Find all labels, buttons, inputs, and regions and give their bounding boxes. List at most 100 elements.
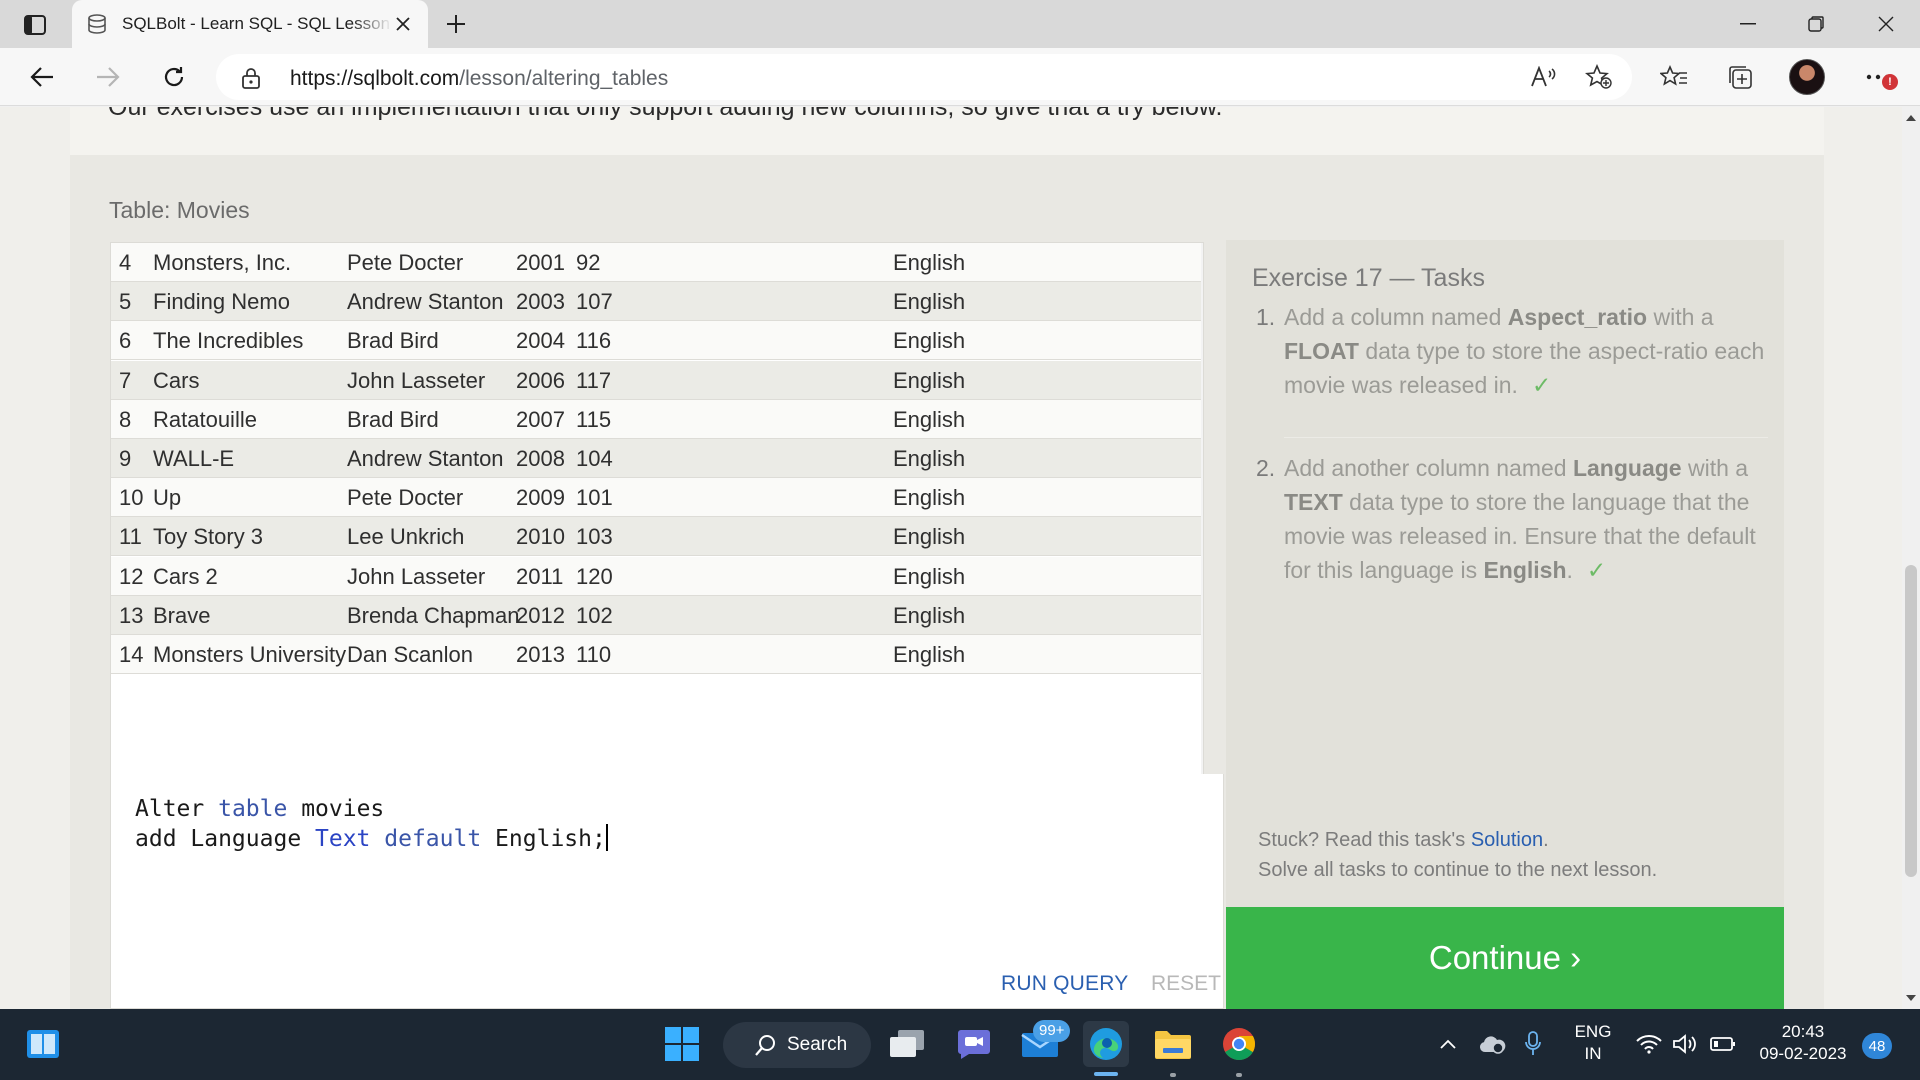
cell-title: The Incredibles [153, 328, 304, 354]
cell-director: Brenda Chapman [347, 602, 520, 628]
task-text-part: Add another column named [1284, 455, 1573, 481]
show-hidden-icons-icon[interactable] [1434, 1021, 1462, 1067]
browser-tab[interactable]: SQLBolt - Learn SQL - SQL Lesson [72, 0, 428, 48]
task-text-bold: English [1483, 557, 1567, 583]
language-indicator[interactable]: ENG IN [1566, 1021, 1620, 1065]
code-token: add Language [135, 826, 316, 852]
cell-year: 2010 [516, 524, 565, 550]
lock-icon[interactable] [242, 67, 260, 89]
task-divider [1284, 437, 1768, 438]
new-tab-icon[interactable] [440, 8, 472, 40]
battery-icon[interactable] [1706, 1021, 1740, 1067]
cell-id: 4 [119, 250, 132, 275]
chrome-icon[interactable] [1216, 1021, 1262, 1067]
table-row: 5 Finding Nemo Andrew Stanton 2003 107 Englis… [111, 282, 1201, 322]
url-host: https://sqlbolt.com [290, 67, 460, 90]
refresh-icon[interactable] [154, 57, 194, 97]
page-scrollbar-thumb[interactable] [1905, 565, 1917, 877]
cell-year: 2012 [516, 602, 565, 628]
clock[interactable]: 20:43 09-02-2023 [1748, 1021, 1858, 1065]
close-window-icon[interactable] [1852, 0, 1920, 48]
cell-length: 117 [576, 367, 612, 393]
cell-director: Brad Bird [347, 328, 439, 354]
movies-table[interactable]: 4 Monsters, Inc. Pete Docter 2001 92 English 5… [110, 242, 1204, 780]
tab-title: SQLBolt - Learn SQL - SQL Lesson [122, 14, 391, 33]
cell-language: English [893, 642, 966, 667]
back-icon[interactable] [22, 57, 62, 97]
task-text-part: . [1566, 557, 1573, 583]
table-row: 7 Cars John Lasseter 2006 117 English [111, 360, 1201, 400]
task-text: Add another column named Language with a… [1284, 451, 1774, 587]
onedrive-icon[interactable] [1474, 1021, 1510, 1067]
solution-link[interactable]: Solution [1471, 829, 1543, 851]
tasks-panel: Exercise 17 — Tasks 1. Add a column name… [1226, 240, 1784, 1009]
cell-length: 102 [576, 602, 613, 628]
cell-id: 14 [119, 642, 144, 667]
restore-icon[interactable] [1782, 0, 1850, 48]
cell-language: English [893, 367, 966, 393]
cell-language: English [893, 602, 966, 628]
search-label: Search [787, 1034, 848, 1055]
wifi-icon[interactable] [1632, 1021, 1666, 1067]
cell-id: 13 [119, 602, 144, 628]
volume-icon[interactable] [1668, 1021, 1702, 1067]
table-scrollbar[interactable] [1201, 243, 1203, 779]
cell-director: Andrew Stanton [347, 446, 504, 471]
cell-title: Monsters University [153, 642, 347, 667]
task-text-bold: TEXT [1284, 489, 1343, 515]
database-favicon-icon [88, 14, 106, 34]
sql-editor[interactable]: Alter table movies add Language Text def… [110, 774, 1224, 1009]
cell-year: 2008 [516, 446, 565, 471]
cell-id: 11 [119, 524, 142, 550]
cell-id: 12 [119, 563, 144, 589]
cell-length: 101 [576, 485, 613, 511]
tasks-title: Exercise 17 — Tasks [1252, 264, 1485, 292]
task-text-bold: Language [1572, 455, 1682, 481]
cell-title: Brave [153, 602, 211, 628]
widgets-icon[interactable] [20, 1021, 66, 1067]
teams-chat-icon[interactable] [951, 1021, 997, 1067]
table-row: 9 WALL-E Andrew Stanton 2008 104 English [111, 439, 1201, 478]
microphone-icon[interactable] [1518, 1021, 1548, 1067]
intro-text: Our exercises use an implementation that… [108, 107, 1223, 121]
search-icon [755, 1035, 775, 1056]
start-icon[interactable] [659, 1021, 705, 1067]
address-bar[interactable]: https://sqlbolt.com/lesson/altering_tabl… [216, 54, 1632, 100]
continue-button[interactable]: Continue › [1226, 907, 1784, 1009]
cell-language: English [893, 289, 966, 315]
close-tab-icon[interactable] [392, 13, 414, 35]
sql-code[interactable]: Alter table movies add Language Text def… [135, 794, 608, 854]
cell-year: 2006 [516, 367, 565, 393]
notification-count-badge[interactable]: 48 [1862, 1033, 1892, 1059]
cell-id: 6 [119, 328, 132, 354]
task-text-part: with a [1647, 304, 1714, 330]
forward-icon[interactable] [88, 57, 128, 97]
run-query-button[interactable]: RUN QUERY [1001, 972, 1128, 996]
profile-avatar[interactable] [1789, 59, 1825, 95]
cell-director: Lee Unkrich [347, 524, 465, 550]
favorites-icon[interactable] [1654, 57, 1694, 97]
page-scroll-up-icon[interactable] [1906, 113, 1916, 123]
cell-language: English [893, 250, 966, 275]
cell-id: 10 [119, 485, 144, 511]
edge-browser-icon[interactable] [1083, 1021, 1129, 1067]
cell-id: 7 [119, 367, 132, 393]
page-scrollbar[interactable] [1902, 107, 1920, 1009]
favorite-add-icon[interactable] [1579, 57, 1619, 97]
read-aloud-icon[interactable] [1523, 57, 1563, 97]
page-scroll-down-icon[interactable] [1906, 993, 1916, 1003]
task-text: Add a column named Aspect_ratio with a F… [1284, 300, 1774, 402]
tab-actions-icon[interactable] [16, 10, 54, 40]
minimize-icon[interactable] [1714, 0, 1782, 48]
reset-button[interactable]: RESET [1151, 972, 1221, 996]
explorer-running-indicator [1170, 1073, 1176, 1077]
task-text-part: Add a column named [1284, 304, 1508, 330]
collections-icon[interactable] [1720, 57, 1760, 97]
browser-toolbar: https://sqlbolt.com/lesson/altering_tabl… [0, 48, 1920, 106]
table-row: 8 Ratatouille Brad Bird 2007 115 English [111, 399, 1201, 439]
file-explorer-icon[interactable] [1150, 1021, 1196, 1067]
task-view-icon[interactable] [884, 1021, 930, 1067]
taskbar-search[interactable]: Search [723, 1022, 871, 1068]
code-token: movies [287, 796, 385, 822]
cell-title: Cars [153, 367, 200, 393]
